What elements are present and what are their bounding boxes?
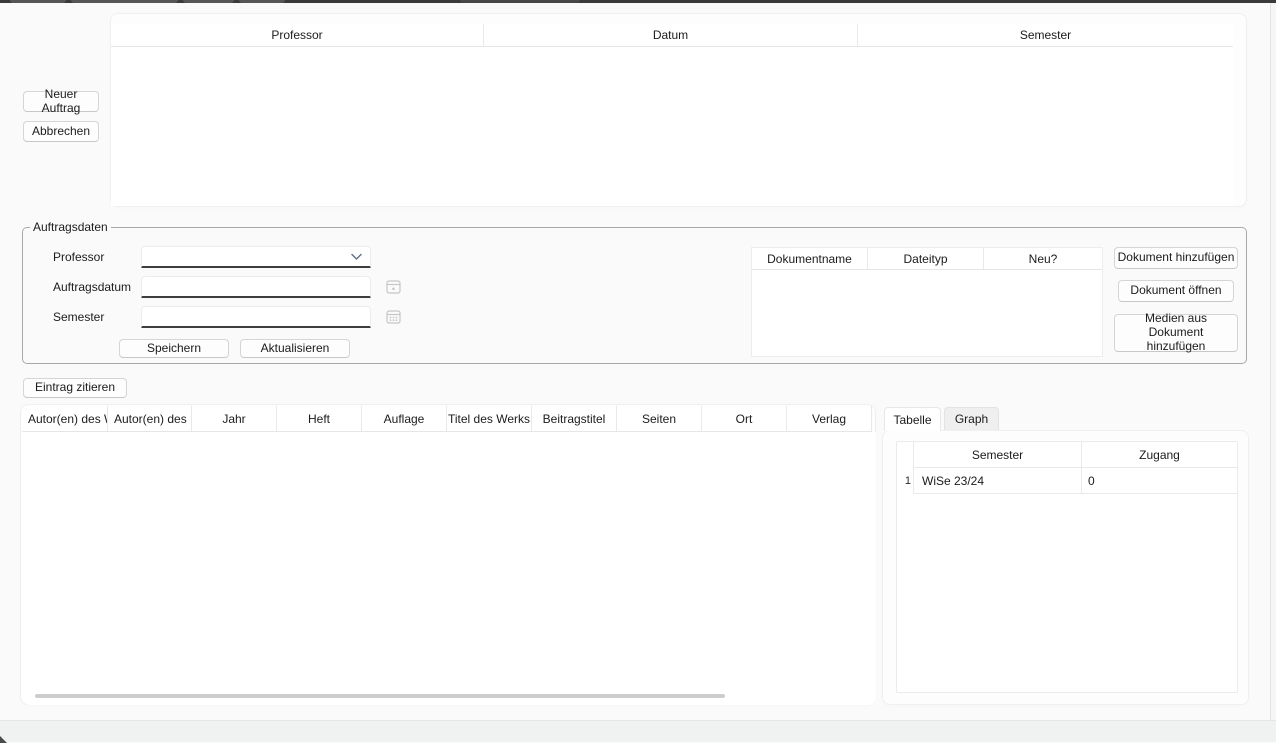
column-header[interactable]: Datum [484, 24, 858, 46]
column-header[interactable]: Ort [702, 406, 787, 431]
window-right-edge [1270, 3, 1276, 720]
column-header[interactable]: Dateityp [868, 248, 984, 269]
tab-edge-segment [239, 0, 285, 3]
column-header[interactable]: Autor(en) des B [108, 406, 192, 431]
column-header[interactable]: Titel des Werks [447, 406, 532, 431]
tab-edge-segment [183, 0, 234, 3]
row-number: 1 [897, 468, 913, 494]
cancel-button[interactable]: Abbrechen [23, 121, 99, 142]
orders-table[interactable]: ProfessorDatumSemester [111, 24, 1233, 206]
window-bottom-band [0, 720, 1276, 742]
horizontal-scrollbar[interactable] [35, 694, 725, 698]
orders-panel: ProfessorDatumSemester [110, 13, 1247, 207]
tab-edge-segment [71, 0, 178, 3]
column-header[interactable]: Neu? [984, 248, 1102, 269]
order-date-input[interactable] [141, 276, 371, 298]
column-header[interactable]: Jahr [192, 406, 277, 431]
semester-cell: WiSe 23/24 [913, 468, 1081, 494]
stats-panel: Semester Zugang 1WiSe 23/240 [882, 430, 1249, 705]
order-date-label: Auftragsdatum [53, 280, 143, 294]
stats-table-header: Semester Zugang [897, 442, 1237, 468]
semester-input[interactable] [141, 306, 371, 328]
stats-table[interactable]: Semester Zugang 1WiSe 23/240 [896, 441, 1238, 693]
column-header[interactable]: Verlag [787, 406, 872, 431]
cite-entry-button[interactable]: Eintrag zitieren [23, 378, 127, 398]
zugang-cell: 0 [1081, 468, 1237, 494]
column-header[interactable]: Professor [111, 24, 484, 46]
tab-edge-segment [10, 0, 66, 3]
order-data-groupbox: Auftragsdaten Professor Auftragsdatum Se… [22, 227, 1247, 364]
tab-tabelle[interactable]: Tabelle [884, 407, 941, 431]
calendar-grid-icon[interactable] [386, 308, 404, 325]
calendar-icon[interactable] [386, 278, 404, 295]
column-header[interactable]: Beitragstitel [532, 406, 617, 431]
entries-table-body[interactable] [22, 432, 876, 705]
update-button[interactable]: Aktualisieren [240, 339, 350, 358]
column-header[interactable]: Auflage [362, 406, 447, 431]
documents-table-header: DokumentnameDateitypNeu? [752, 248, 1102, 270]
documents-table[interactable]: DokumentnameDateitypNeu? [751, 247, 1103, 357]
orders-table-header: ProfessorDatumSemester [111, 24, 1233, 47]
open-document-button[interactable]: Dokument öffnen [1118, 280, 1234, 302]
tab-edge-segment [460, 0, 580, 3]
save-button[interactable]: Speichern [119, 339, 229, 358]
add-media-from-document-button[interactable]: Medien aus Dokument hinzufügen [1114, 314, 1238, 352]
column-header[interactable]: Heft [277, 406, 362, 431]
window-top-edge [0, 0, 1276, 3]
zugang-column-header: Zugang [1081, 442, 1237, 468]
entries-panel: Autor(en) des WAutor(en) des BJahrHeftAu… [20, 404, 876, 705]
column-header[interactable]: Autor(en) des W [22, 406, 108, 431]
chevron-down-icon [351, 253, 362, 261]
column-header[interactable]: Semester [858, 24, 1233, 46]
column-header[interactable]: Dokumentname [752, 248, 868, 269]
add-document-button[interactable]: Dokument hinzufügen [1114, 247, 1238, 269]
professor-combobox[interactable] [141, 246, 371, 268]
column-header[interactable]: Seiten [617, 406, 702, 431]
tab-graph[interactable]: Graph [944, 407, 999, 431]
row-number-header [897, 442, 913, 468]
groupbox-legend: Auftragsdaten [30, 220, 111, 234]
semester-label: Semester [53, 310, 143, 324]
semester-column-header: Semester [913, 442, 1081, 468]
stats-table-row[interactable]: 1WiSe 23/240 [897, 468, 1237, 494]
new-order-button[interactable]: Neuer Auftrag [23, 91, 99, 112]
professor-label: Professor [53, 250, 143, 264]
entries-table-header: Autor(en) des WAutor(en) des BJahrHeftAu… [22, 406, 872, 432]
